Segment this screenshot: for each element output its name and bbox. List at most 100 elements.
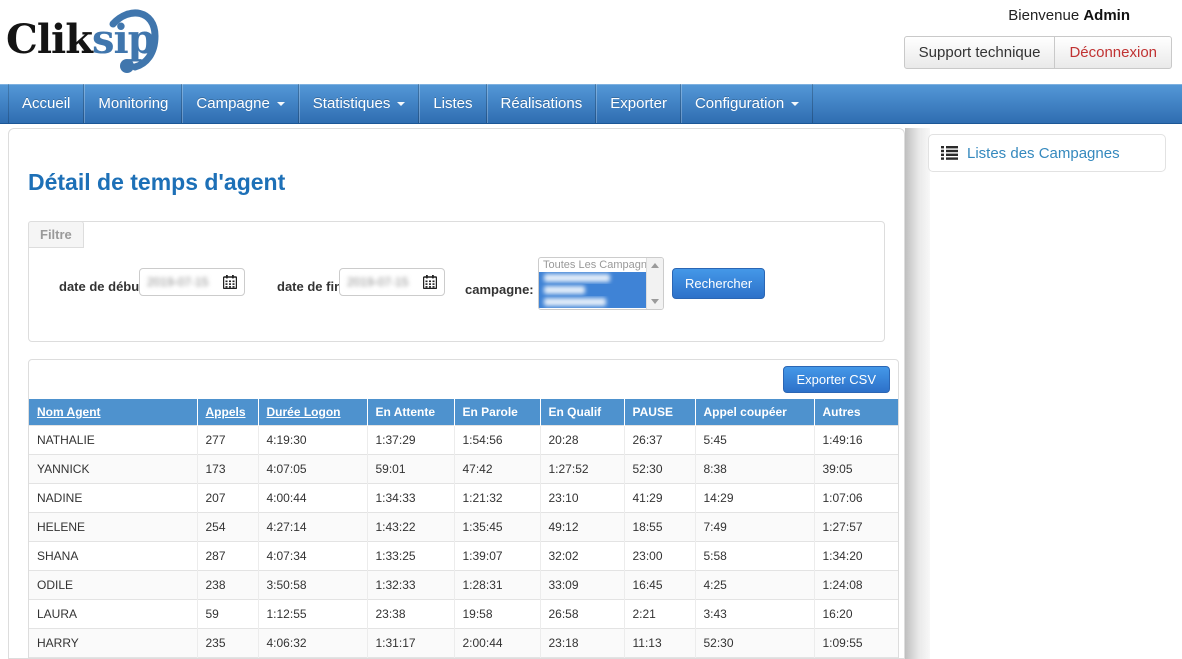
table-cell: 1:09:55 bbox=[814, 629, 898, 658]
agent-table-header-row: Nom AgentAppelsDurée LogonEn AttenteEn P… bbox=[29, 399, 898, 426]
column-header-nom-agent[interactable]: Nom Agent bbox=[29, 399, 197, 426]
nav-item-exporter[interactable]: Exporter bbox=[596, 84, 681, 123]
table-cell: 1:27:52 bbox=[540, 455, 624, 484]
table-cell: 32:02 bbox=[540, 542, 624, 571]
table-cell: 59 bbox=[197, 600, 258, 629]
table-cell: YANNICK bbox=[29, 455, 197, 484]
table-cell: 1:21:32 bbox=[454, 484, 540, 513]
calendar-icon[interactable] bbox=[223, 275, 237, 289]
nav-item-listes[interactable]: Listes bbox=[419, 84, 486, 123]
sidebar-campaigns-card[interactable]: Listes des Campagnes bbox=[928, 134, 1166, 172]
agent-table-panel: Exporter CSV Nom AgentAppelsDurée LogonE… bbox=[28, 359, 899, 659]
table-cell: HARRY bbox=[29, 629, 197, 658]
nav-item-label: Monitoring bbox=[98, 95, 168, 112]
table-cell: 4:06:32 bbox=[258, 629, 367, 658]
top-header: Cliksip Bienvenue Admin Support techniqu… bbox=[0, 0, 1182, 84]
logout-button[interactable]: Déconnexion bbox=[1054, 36, 1172, 69]
header-button-group: Support technique Déconnexion bbox=[904, 36, 1172, 69]
table-cell: 49:12 bbox=[540, 513, 624, 542]
column-header-duree-logon[interactable]: Durée Logon bbox=[258, 399, 367, 426]
campaign-select-box[interactable]: Toutes Les Campagnes bbox=[538, 257, 664, 310]
scroll-down-icon[interactable] bbox=[651, 299, 659, 304]
nav-item-campagne[interactable]: Campagne bbox=[182, 84, 298, 123]
export-csv-button[interactable]: Exporter CSV bbox=[783, 366, 890, 393]
nav-item-label: Configuration bbox=[695, 95, 784, 112]
table-row: NATHALIE2774:19:301:37:291:54:5620:2826:… bbox=[29, 426, 898, 455]
table-cell: 4:25 bbox=[695, 571, 814, 600]
filter-panel: Filtre date de début: 2019-07-15 date de… bbox=[28, 221, 885, 342]
welcome-text: Bienvenue Admin bbox=[1008, 7, 1130, 24]
table-cell: 1:31:17 bbox=[367, 629, 454, 658]
table-cell: 4:07:05 bbox=[258, 455, 367, 484]
table-cell: 18:55 bbox=[624, 513, 695, 542]
logo-text-black: Clik bbox=[6, 16, 92, 63]
table-cell: 5:45 bbox=[695, 426, 814, 455]
sidebar-campaigns-link[interactable]: Listes des Campagnes bbox=[967, 145, 1120, 162]
table-cell: 23:10 bbox=[540, 484, 624, 513]
table-cell: 5:58 bbox=[695, 542, 814, 571]
nav-item-statistiques[interactable]: Statistiques bbox=[299, 84, 420, 123]
table-cell: SHANA bbox=[29, 542, 197, 571]
column-header-appels[interactable]: Appels bbox=[197, 399, 258, 426]
table-cell: 41:29 bbox=[624, 484, 695, 513]
table-cell: 3:43 bbox=[695, 600, 814, 629]
column-header-autres: Autres bbox=[814, 399, 898, 426]
table-cell: 7:49 bbox=[695, 513, 814, 542]
chevron-down-icon bbox=[791, 102, 799, 106]
campaign-label: campagne: bbox=[465, 282, 534, 297]
column-header-en-qualif: En Qualif bbox=[540, 399, 624, 426]
table-cell: 1:33:25 bbox=[367, 542, 454, 571]
table-cell: 1:39:07 bbox=[454, 542, 540, 571]
search-button[interactable]: Rechercher bbox=[672, 268, 765, 299]
table-cell: 59:01 bbox=[367, 455, 454, 484]
content-gutter-shadow bbox=[905, 128, 930, 659]
main-content-card: Détail de temps d'agent Filtre date de d… bbox=[8, 128, 905, 659]
nav-item-configuration[interactable]: Configuration bbox=[681, 84, 813, 123]
support-button[interactable]: Support technique bbox=[904, 36, 1056, 69]
table-cell: 1:32:33 bbox=[367, 571, 454, 600]
date-end-input[interactable]: 2019-07-15 bbox=[339, 268, 445, 296]
nav-item-label: Campagne bbox=[196, 95, 269, 112]
calendar-icon[interactable] bbox=[423, 275, 437, 289]
table-cell: 1:49:16 bbox=[814, 426, 898, 455]
nav-item-realisations[interactable]: Réalisations bbox=[487, 84, 597, 123]
scroll-up-icon[interactable] bbox=[651, 263, 659, 268]
table-cell: 52:30 bbox=[624, 455, 695, 484]
table-cell: 1:34:33 bbox=[367, 484, 454, 513]
table-cell: 207 bbox=[197, 484, 258, 513]
table-row: YANNICK1734:07:0559:0147:421:27:5252:308… bbox=[29, 455, 898, 484]
campaign-select-scrollbar[interactable] bbox=[646, 258, 663, 309]
campaign-option[interactable] bbox=[539, 284, 646, 296]
date-start-label: date de début: bbox=[59, 279, 148, 294]
table-cell: NADINE bbox=[29, 484, 197, 513]
chevron-down-icon bbox=[277, 102, 285, 106]
campaign-option[interactable] bbox=[539, 272, 646, 284]
table-row: LAURA591:12:5523:3819:5826:582:213:4316:… bbox=[29, 600, 898, 629]
headset-icon bbox=[103, 4, 165, 76]
nav-item-accueil[interactable]: Accueil bbox=[8, 84, 84, 123]
campaign-option[interactable] bbox=[539, 296, 646, 308]
table-cell: 173 bbox=[197, 455, 258, 484]
table-cell: 39:05 bbox=[814, 455, 898, 484]
table-cell: 8:38 bbox=[695, 455, 814, 484]
table-cell: 1:54:56 bbox=[454, 426, 540, 455]
column-header-pause: PAUSE bbox=[624, 399, 695, 426]
table-cell: 1:27:57 bbox=[814, 513, 898, 542]
table-row: HELENE2544:27:141:43:221:35:4549:1218:55… bbox=[29, 513, 898, 542]
campaign-option[interactable]: Toutes Les Campagnes bbox=[539, 258, 646, 272]
table-cell: 26:58 bbox=[540, 600, 624, 629]
nav-item-label: Statistiques bbox=[313, 95, 391, 112]
filter-legend: Filtre bbox=[28, 221, 84, 248]
table-cell: 1:37:29 bbox=[367, 426, 454, 455]
table-cell: 4:19:30 bbox=[258, 426, 367, 455]
nav-item-monitoring[interactable]: Monitoring bbox=[84, 84, 182, 123]
table-cell: 1:34:20 bbox=[814, 542, 898, 571]
table-cell: 33:09 bbox=[540, 571, 624, 600]
column-header-appel-coupeer: Appel coupéer bbox=[695, 399, 814, 426]
table-toolbar: Exporter CSV bbox=[29, 360, 898, 399]
table-cell: 4:00:44 bbox=[258, 484, 367, 513]
date-start-input[interactable]: 2019-07-15 bbox=[139, 268, 245, 296]
main-nav: Accueil Monitoring Campagne Statistiques Lis… bbox=[0, 84, 1182, 124]
table-cell: 235 bbox=[197, 629, 258, 658]
table-cell: 1:12:55 bbox=[258, 600, 367, 629]
